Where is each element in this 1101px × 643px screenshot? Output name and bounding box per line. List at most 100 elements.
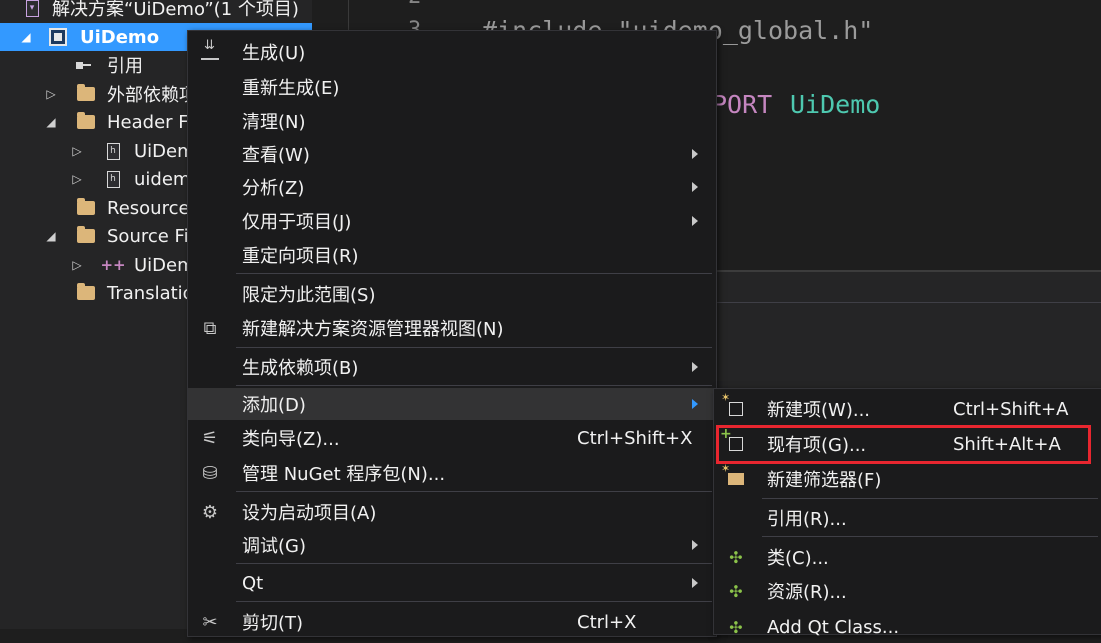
menu-item-manage-nuget[interactable]: ⛁ 管理 NuGet 程序包(N)... [188,457,716,489]
menu-item-shortcut: Ctrl+Shift+X [577,427,693,449]
cpp-file-icon: ++ [100,256,126,274]
submenu-arrow-icon [692,578,698,588]
expand-triangle-icon[interactable]: ▷ [44,87,58,101]
submenu-arrow-icon [692,149,698,159]
menu-item-shortcut: Ctrl+X [577,611,637,633]
collapse-triangle-icon[interactable]: ◢ [44,115,58,129]
menu-item-label: 添加(D) [242,395,306,416]
menu-item-new-explorer-view[interactable]: ⧉ 新建解决方案资源管理器视图(N) [188,312,716,344]
menu-item-clean[interactable]: 清理(N) [188,105,716,137]
existing-item-icon [720,426,748,456]
tree-solution[interactable]: ▾ 解决方案“UiDemo”(1 个项目) [0,0,312,22]
menu-item-debug[interactable]: 调试(G) [188,529,716,561]
submenu-item-resource[interactable]: ✣ 资源(R)... [714,575,1101,607]
expand-triangle-icon[interactable]: ▷ [70,258,84,272]
menu-item-label: 仅用于项目(J) [242,212,352,233]
folder-icon [76,112,96,132]
folder-icon [76,226,96,246]
menu-separator [762,498,1098,499]
submenu-item-reference[interactable]: 引用(R)... [714,502,1101,534]
reference-icon [76,55,96,75]
menu-item-label: 重新生成(E) [242,78,340,99]
menu-separator [236,273,712,274]
class-wizard-icon: ⚟ [201,427,219,449]
menu-item-add[interactable]: 添加(D) [188,388,716,420]
menu-item-label: 新建解决方案资源管理器视图(N) [242,319,504,340]
menu-separator [236,491,712,492]
menu-item-label: 管理 NuGet 程序包(N)... [242,464,446,485]
qt-class-icon: ✣ [729,617,743,637]
tree-item-label: 引用 [107,56,143,77]
solution-label: 解决方案“UiDemo”(1 个项目) [52,0,299,20]
new-filter-icon [721,462,748,491]
submenu-arrow-icon [692,362,698,372]
menu-item-label: 清理(N) [242,112,306,133]
menu-item-build[interactable]: 生成(U) [188,36,716,68]
folder-icon [76,283,96,303]
menu-item-view[interactable]: 查看(W) [188,138,716,170]
class-icon: ✣ [729,547,743,567]
collapse-triangle-icon[interactable]: ◢ [19,30,33,44]
expand-triangle-icon[interactable]: ▷ [70,144,84,158]
menu-item-rebuild[interactable]: 重新生成(E) [188,71,716,103]
menu-item-label: Qt [242,572,264,594]
menu-item-label: 生成依赖项(B) [242,358,359,379]
menu-item-label: 查看(W) [242,145,310,166]
tree-item-label: 外部依赖项 [107,85,197,106]
menu-item-project-only[interactable]: 仅用于项目(J) [188,205,716,237]
new-view-icon: ⧉ [203,317,217,339]
menu-item-label: Add Qt Class... [767,616,900,638]
menu-item-label: 调试(G) [242,536,306,557]
cut-icon: ✂ [202,611,218,633]
menu-item-analyze[interactable]: 分析(Z) [188,171,716,203]
menu-item-label: 新建筛选器(F) [767,470,882,491]
menu-item-label: 新建项(W)... [767,400,871,421]
submenu-arrow-icon [692,182,698,192]
menu-separator [236,563,712,564]
menu-separator [236,347,712,348]
line-number: 2 [408,0,421,9]
submenu-item-new-item[interactable]: 新建项(W)... Ctrl+Shift+A [714,391,1101,425]
header-file-icon: h [103,169,123,189]
submenu-item-class[interactable]: ✣ 类(C)... [714,541,1101,573]
menu-item-label: 现有项(G)... [767,435,867,456]
expand-triangle-icon[interactable]: ▷ [70,172,84,186]
solution-icon: ▾ [22,0,42,18]
menu-item-scope-to-this[interactable]: 限定为此范围(S) [188,278,716,310]
header-file-icon: h [103,141,123,161]
menu-item-retarget[interactable]: 重定向项目(R) [188,239,716,271]
resource-icon: ✣ [729,581,743,601]
project-label: UiDemo [80,26,160,48]
menu-item-label: 资源(R)... [767,582,847,603]
menu-item-label: 分析(Z) [242,178,305,199]
menu-item-set-startup[interactable]: ⚙ 设为启动项目(A) [188,496,716,528]
submenu-item-new-filter[interactable]: 新建筛选器(F) [714,462,1101,495]
menu-item-build-dependencies[interactable]: 生成依赖项(B) [188,351,716,383]
menu-item-label: 类向导(Z)... [242,429,340,450]
folder-icon [76,198,96,218]
menu-separator [236,601,712,602]
menu-item-label: 类(C)... [767,548,829,569]
collapse-triangle-icon[interactable]: ◢ [44,229,58,243]
menu-item-shortcut: Ctrl+Shift+A [953,398,1069,420]
nuget-icon: ⛁ [202,462,218,484]
add-submenu: 新建项(W)... Ctrl+Shift+A 现有项(G)... Shift+A… [713,388,1101,638]
menu-item-label: 引用(R)... [767,509,847,530]
menu-item-shortcut: Shift+Alt+A [953,433,1061,455]
menu-item-cut[interactable]: ✂ 剪切(T) Ctrl+X [188,606,716,638]
menu-separator [236,385,712,386]
menu-item-label: 限定为此范围(S) [242,285,376,306]
submenu-item-add-qt-class[interactable]: ✣ Add Qt Class... [714,611,1101,643]
code-keyword: PORT [712,90,773,119]
project-icon [48,27,68,47]
new-item-icon [721,391,748,421]
menu-item-label: 设为启动项目(A) [242,503,377,524]
menu-item-qt[interactable]: Qt [188,567,716,599]
menu-item-class-wizard[interactable]: ⚟ 类向导(Z)... Ctrl+Shift+X [188,422,716,454]
code-type: UiDemo [790,90,881,119]
folder-icon [76,84,96,104]
gear-icon: ⚙ [201,501,219,523]
menu-item-label: 剪切(T) [242,613,304,634]
submenu-arrow-icon [692,399,698,409]
submenu-item-existing-item[interactable]: 现有项(G)... Shift+Alt+A [714,426,1101,460]
